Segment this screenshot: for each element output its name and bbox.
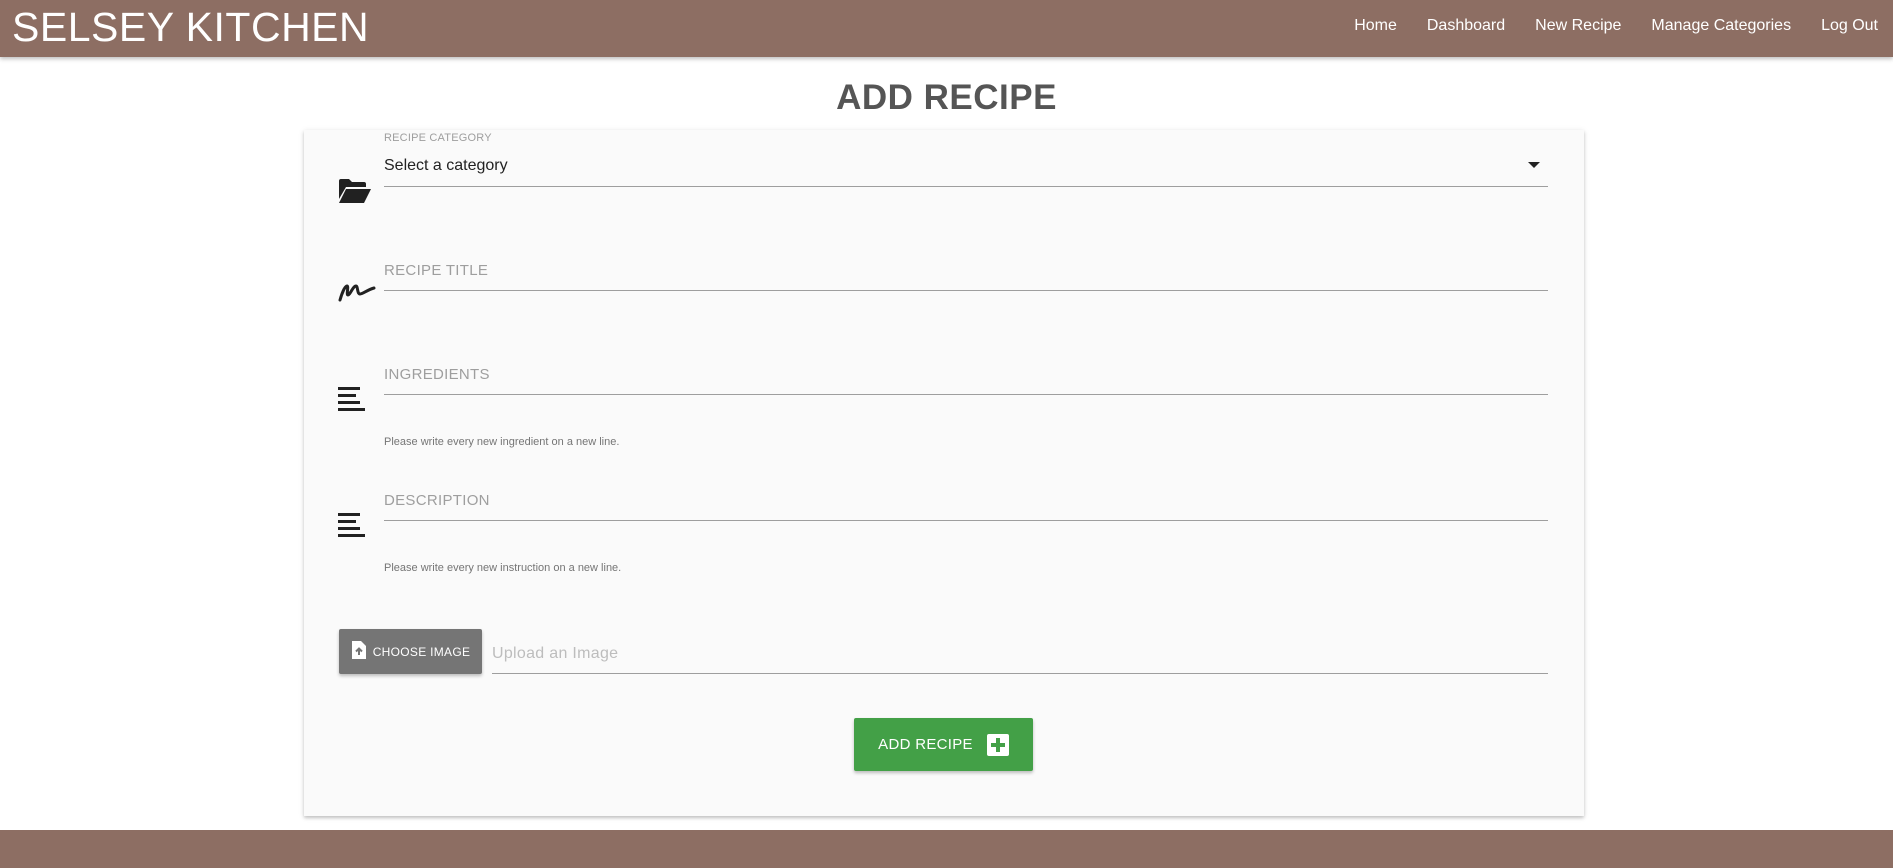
brand-logo[interactable]: SELSEY KITCHEN [12,4,369,51]
description-placeholder: DESCRIPTION [384,492,490,509]
description-textarea[interactable]: DESCRIPTION [384,472,1548,521]
nav-link-home[interactable]: Home [1339,17,1412,35]
image-path-input[interactable]: Upload an Image [492,633,1548,674]
add-recipe-button[interactable]: ADD RECIPE [854,718,1033,771]
choose-image-button[interactable]: CHOOSE IMAGE [339,629,482,674]
choose-image-label: CHOOSE IMAGE [372,644,471,659]
nav-links: Home Dashboard New Recipe Manage Categor… [1339,0,1893,52]
add-recipe-form: RECIPE CATEGORY Select a category RECIPE… [304,130,1584,816]
folder-open-icon [338,178,372,209]
description-helper-text: Please write every new instruction on a … [384,562,622,574]
file-upload-icon [351,640,367,663]
nav-link-new-recipe[interactable]: New Recipe [1520,17,1636,35]
nav-link-dashboard[interactable]: Dashboard [1412,17,1520,35]
signature-icon [337,281,377,308]
category-select-value: Select a category [384,157,508,174]
category-label: RECIPE CATEGORY [384,132,492,144]
footer [0,830,1893,868]
add-recipe-label: ADD RECIPE [878,736,973,753]
page-title: ADD RECIPE [836,78,1057,117]
ingredients-textarea[interactable]: INGREDIENTS [384,346,1548,395]
image-path-placeholder: Upload an Image [492,645,619,662]
category-select[interactable]: Select a category [384,150,1548,187]
nav-link-log-out[interactable]: Log Out [1806,17,1893,35]
navbar: SELSEY KITCHEN Home Dashboard New Recipe… [0,0,1893,57]
align-left-icon [338,387,366,418]
nav-link-manage-categories[interactable]: Manage Categories [1636,17,1806,35]
ingredients-placeholder: INGREDIENTS [384,366,490,383]
align-left-icon [338,513,366,544]
plus-square-icon [986,733,1009,756]
chevron-down-icon [1528,162,1540,168]
recipe-title-input[interactable]: RECIPE TITLE [384,242,1548,291]
recipe-title-placeholder: RECIPE TITLE [384,262,489,279]
ingredients-helper-text: Please write every new ingredient on a n… [384,436,620,448]
